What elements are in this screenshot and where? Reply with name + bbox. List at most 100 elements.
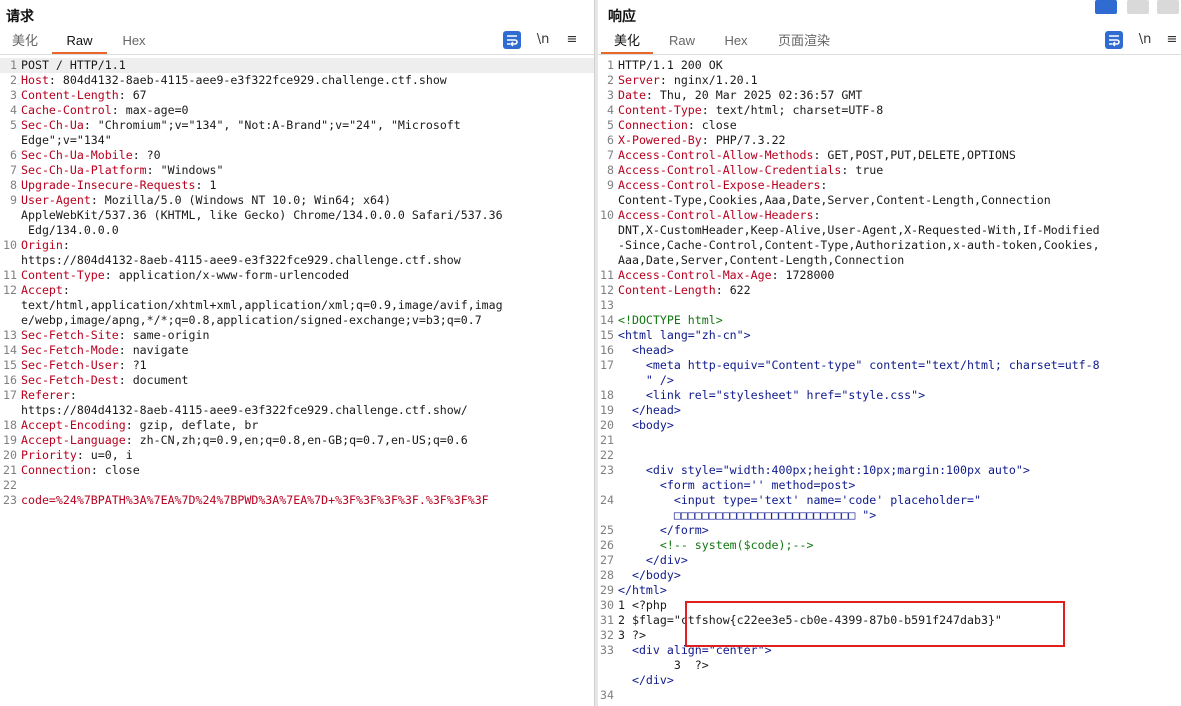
header-line: Accept: (21, 283, 70, 297)
code-line: e/webp,image/apng,*/*;q=0.8,application/… (0, 313, 594, 328)
line-number: 34 (600, 688, 614, 702)
response-title: 响应 (608, 8, 636, 24)
code-line: Edg/134.0.0.0 (0, 223, 594, 238)
request-pane: 请求 美化 Raw Hex \n ≡ 1 POST / HTTP/1.1 2 Host… (0, 0, 594, 706)
text-line: 3 ?> (618, 658, 709, 672)
header-line: Connection: close (21, 463, 140, 477)
line-number: 3 (10, 88, 17, 102)
header-name: Access-Control-Max-Age (618, 268, 772, 282)
tab-pretty[interactable]: 美化 (0, 30, 50, 52)
text-line: Edge";v="134" (21, 133, 112, 147)
tab-raw[interactable]: Raw (657, 30, 707, 52)
header-line: Sec-Fetch-Mode: navigate (21, 343, 189, 357)
header-name: Sec-Fetch-User (21, 358, 119, 372)
text-line: DNT,X-CustomHeader,Keep-Alive,User-Agent… (618, 223, 1100, 237)
newline-toggle[interactable]: \n (1135, 31, 1155, 49)
tab-pretty[interactable]: 美化 (601, 30, 653, 54)
html-markup: □□□□□□□□□□□□□□□□□□□□□□□□□□ "> (618, 508, 877, 522)
code-line: 28 </body> (597, 568, 1181, 583)
line-number: 3 (607, 88, 614, 102)
header-name: Accept-Language (21, 433, 126, 447)
header-name: Sec-Ch-Ua-Mobile (21, 148, 133, 162)
tab-hex[interactable]: Hex (711, 30, 761, 52)
text-line: https://804d4132-8aeb-4115-aee9-e3f322fc… (21, 253, 461, 267)
line-number: 25 (600, 523, 614, 537)
line-number: 4 (607, 103, 614, 117)
html-markup: <input type='text' name='code' placehold… (618, 493, 981, 507)
header-name: Sec-Fetch-Mode (21, 343, 119, 357)
menu-icon[interactable]: ≡ (1165, 31, 1179, 49)
request-editor[interactable]: 1 POST / HTTP/1.1 2 Host: 804d4132-8aeb-411… (0, 58, 594, 508)
line-number (597, 673, 618, 688)
code-line: text/html,application/xhtml+xml,applicat… (0, 298, 594, 313)
line-number: 23 (3, 493, 17, 507)
menu-icon[interactable]: ≡ (565, 31, 579, 49)
line-number (0, 253, 21, 268)
line-number: 6 (607, 133, 614, 147)
header-line: Sec-Ch-Ua-Platform: "Windows" (21, 163, 224, 177)
line-number: 12 (600, 283, 614, 297)
text-line (21, 478, 594, 493)
request-toolbar: \n ≡ (503, 31, 588, 49)
header-name: Host (21, 73, 49, 87)
text-line (618, 688, 1181, 703)
layout-single-icon[interactable] (1157, 0, 1179, 14)
code-line: 4 Cache-Control: max-age=0 (0, 103, 594, 118)
wrap-icon[interactable] (503, 31, 521, 49)
layout-split-icon[interactable] (1095, 0, 1117, 14)
line-number: 17 (3, 388, 17, 402)
layout-horizontal-icon[interactable] (1127, 0, 1149, 14)
code-line: □□□□□□□□□□□□□□□□□□□□□□□□□□ "> (597, 508, 1181, 523)
header-line: X-Powered-By: PHP/7.3.22 (618, 133, 786, 147)
header-name: Content-Length (618, 283, 716, 297)
header-value: Mozilla/5.0 (Windows NT 10.0; Win64; x64… (97, 193, 391, 207)
code-line: 29 </html> (597, 583, 1181, 598)
text-line: POST / HTTP/1.1 (21, 58, 126, 72)
header-name: Origin (21, 238, 63, 252)
header-line: User-Agent: Mozilla/5.0 (Windows NT 10.0… (21, 193, 391, 207)
newline-toggle[interactable]: \n (533, 31, 553, 49)
header-name: Content-Type (21, 268, 105, 282)
tab-raw[interactable]: Raw (52, 30, 107, 54)
header-line: Cache-Control: max-age=0 (21, 103, 189, 117)
text-line: Content-Type,Cookies,Aaa,Date,Server,Con… (618, 193, 1051, 207)
wrap-icon[interactable] (1105, 31, 1123, 49)
code-line: 26 <!-- system($code);--> (597, 538, 1181, 553)
header-value: 804d4132-8aeb-4115-aee9-e3f322fce929.cha… (55, 73, 447, 87)
tab-hex[interactable]: Hex (108, 30, 160, 52)
header-name: X-Powered-By (618, 133, 702, 147)
code-line: 6 X-Powered-By: PHP/7.3.22 (597, 133, 1181, 148)
line-number: 28 (600, 568, 614, 582)
header-value: close (97, 463, 140, 477)
code-line: 9 User-Agent: Mozilla/5.0 (Windows NT 10.… (0, 193, 594, 208)
header-name: Priority (21, 448, 77, 462)
code-line: 3 Content-Length: 67 (0, 88, 594, 103)
header-name: Accept-Encoding (21, 418, 126, 432)
line-number: 7 (607, 148, 614, 162)
code-line: Content-Type,Cookies,Aaa,Date,Server,Con… (597, 193, 1181, 208)
header-value: nginx/1.20.1 (666, 73, 758, 87)
text-line: -Since,Cache-Control,Content-Type,Author… (618, 238, 1100, 252)
line-number: 13 (3, 328, 17, 342)
header-name: Sec-Fetch-Dest (21, 373, 119, 387)
header-name: Server (618, 73, 660, 87)
header-line: Access-Control-Allow-Methods: GET,POST,P… (618, 148, 1016, 162)
code-line: 23 <div style="width:400px;height:10px;m… (597, 463, 1181, 478)
request-title: 请求 (6, 8, 34, 24)
code-line: 8 Access-Control-Allow-Credentials: true (597, 163, 1181, 178)
header-value: max-age=0 (118, 103, 189, 117)
line-number: 26 (600, 538, 614, 552)
text-line (618, 448, 1181, 463)
header-line: Priority: u=0, i (21, 448, 133, 462)
tab-render[interactable]: 页面渲染 (767, 30, 841, 52)
header-name: Connection (618, 118, 688, 132)
line-number (597, 478, 618, 493)
line-number: 14 (3, 343, 17, 357)
header-value: "Chromium";v="134", "Not:A-Brand";v="24"… (90, 118, 461, 132)
code-line: https://804d4132-8aeb-4115-aee9-e3f322fc… (0, 403, 594, 418)
code-line: <form action='' method=post> (597, 478, 1181, 493)
response-tabs: 美化 Raw Hex 页面渲染 (597, 30, 1181, 55)
code-line: 12 Content-Length: 622 (597, 283, 1181, 298)
html-markup: <div style="width:400px;height:10px;marg… (618, 463, 1030, 477)
line-number: 9 (607, 178, 614, 192)
